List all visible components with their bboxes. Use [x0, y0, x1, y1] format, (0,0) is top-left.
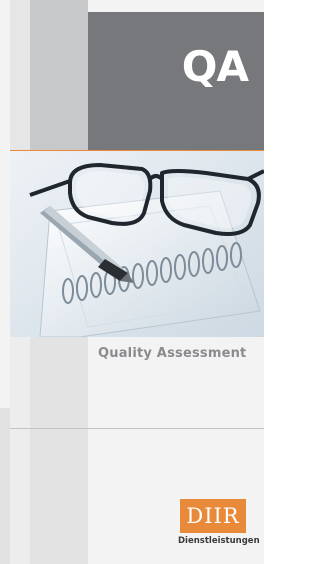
stripe-mid-top [30, 0, 88, 150]
logo-tagline: Dienstleistungen [178, 536, 260, 546]
diir-logo: DIIR Dienstleistungen [178, 499, 260, 546]
divider-line [10, 428, 264, 429]
title-block: QA [88, 12, 264, 150]
logo-mark-box: DIIR [180, 499, 246, 533]
stripe-light-top [10, 0, 30, 150]
cover-title: QA [181, 42, 249, 91]
brochure-cover: QA Quality Assessment DIIR Dienstleistun… [0, 0, 264, 564]
left-edge-tile [0, 408, 10, 564]
cover-photo [10, 150, 264, 337]
logo-mark: DIIR [186, 503, 240, 528]
cover-subtitle: Quality Assessment [98, 346, 247, 361]
glasses-pen-notebook-image [10, 151, 264, 337]
